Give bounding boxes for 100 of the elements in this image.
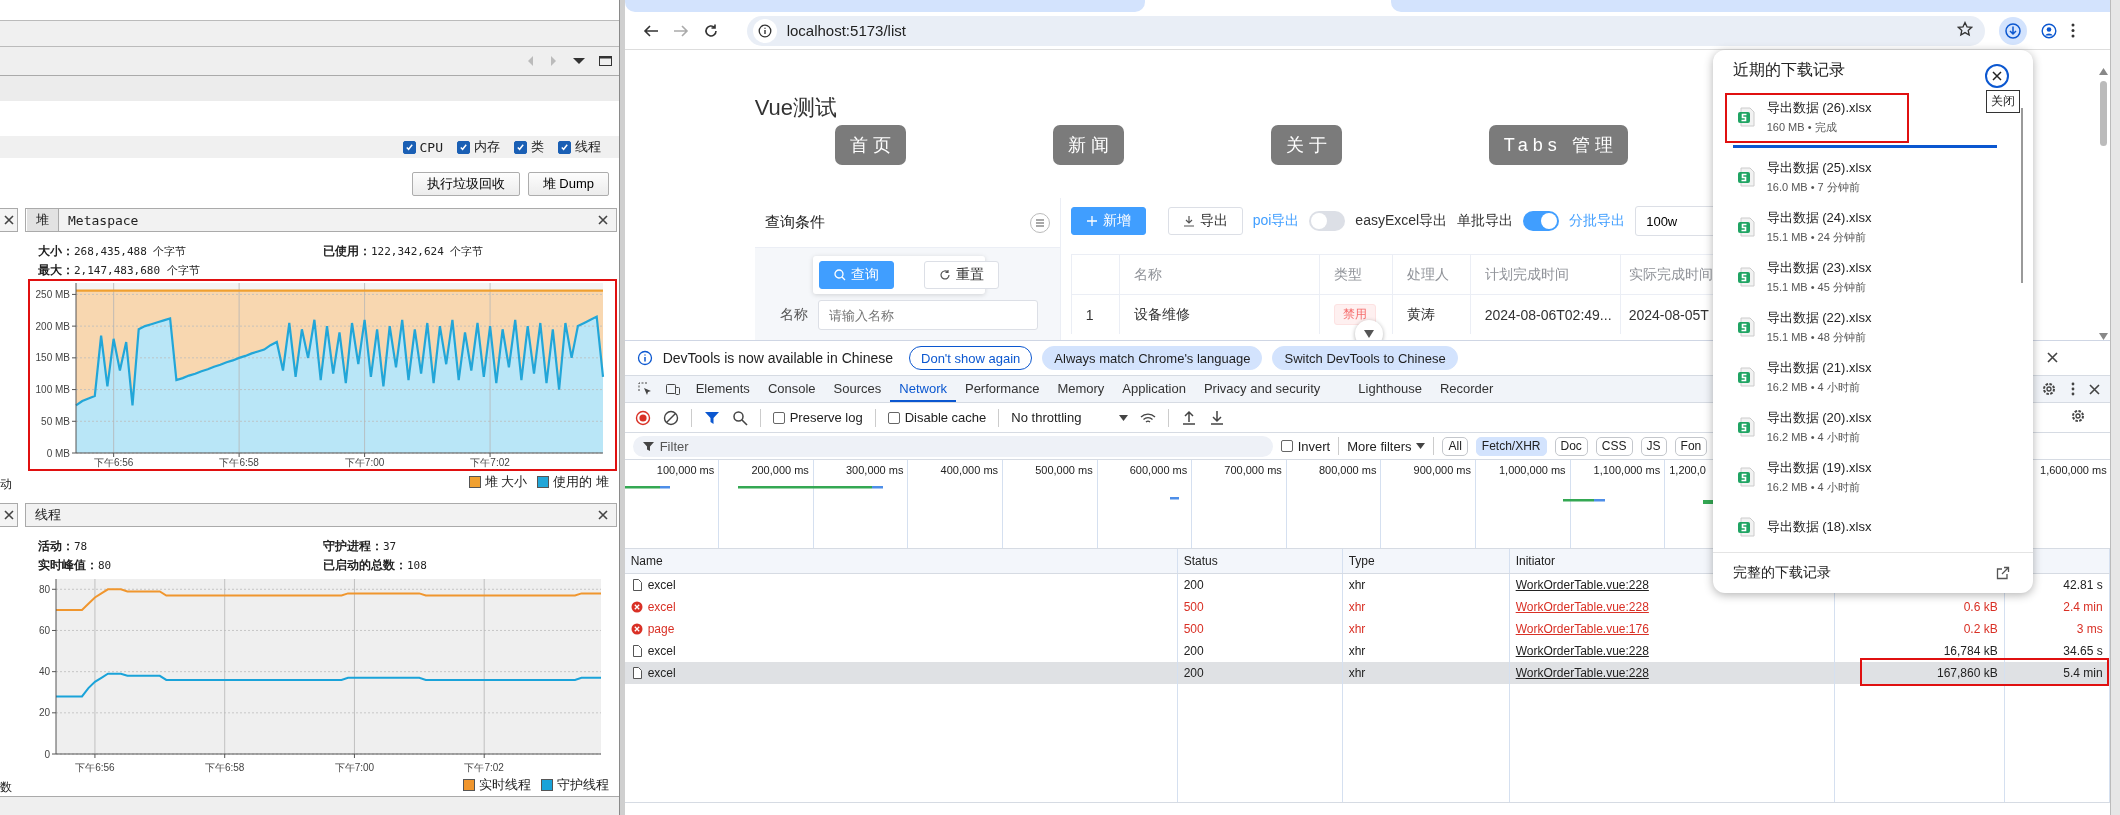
type-filter-chip[interactable]: JS xyxy=(1640,436,1667,456)
nav-button[interactable]: Tabs 管理 xyxy=(1488,125,1628,165)
devtools-tab[interactable]: Performance xyxy=(955,376,1049,402)
devtools-tab[interactable]: Lighthouse xyxy=(1349,376,1431,402)
devtools-tab[interactable]: Privacy and security xyxy=(1194,376,1330,402)
table-cell: 500 xyxy=(1177,618,1343,640)
type-filter-chip[interactable]: All xyxy=(1442,436,1468,456)
initiator-link[interactable]: WorkOrderTable.vue:228 xyxy=(1515,578,1649,592)
filter-field[interactable]: Filter xyxy=(632,435,1273,457)
axis-label: 下午6:56 xyxy=(93,457,134,468)
timeline-tick: 600,000 ms xyxy=(1129,464,1188,476)
banner-button[interactable]: Switch DevTools to Chinese xyxy=(1272,346,1458,370)
table-cell: 3 ms xyxy=(2004,618,2110,640)
type-filter-chip[interactable]: CSS xyxy=(1595,436,1633,456)
table-cell: 167,860 kB xyxy=(1834,662,2005,684)
graph-checkbox[interactable]: CPU xyxy=(402,139,443,155)
graph-checkbox[interactable]: 线程 xyxy=(558,138,601,156)
nav-button[interactable]: 新闻 xyxy=(1052,125,1124,165)
request-row[interactable]: excel 500 xhr WorkOrderTable.vue:228 0.6 kB 2.4 min xyxy=(624,596,2110,618)
column-header[interactable]: Type xyxy=(1342,549,1510,573)
download-item[interactable]: 导出数据 (26).xlsx 160 MB • 完成 xyxy=(1712,91,1963,144)
action-button[interactable]: 堆 Dump xyxy=(527,172,609,196)
column-header[interactable]: Name xyxy=(624,549,1178,573)
devtools-tab[interactable]: Memory xyxy=(1048,376,1114,402)
devtools-tab[interactable]: Network xyxy=(890,376,956,402)
column-header[interactable]: Status xyxy=(1177,549,1343,573)
devtools-tab[interactable]: Application xyxy=(1113,376,1195,402)
devtools-tab[interactable]: Recorder xyxy=(1430,376,1503,402)
nav-button[interactable]: 首页 xyxy=(834,125,906,165)
stat-text: 大小：268,435,488 个字节 xyxy=(38,243,188,260)
type-filter-chip[interactable]: Fon xyxy=(1674,436,1708,456)
file-info: 16.0 MB • 7 分钟前 xyxy=(1766,180,1861,196)
type-filter-chip[interactable]: Doc xyxy=(1554,436,1588,456)
download-item[interactable]: 导出数据 (21).xlsx 16.2 MB • 4 小时前 xyxy=(1712,352,1963,403)
initiator-link[interactable]: WorkOrderTable.vue:228 xyxy=(1515,600,1649,614)
initiator-link[interactable]: WorkOrderTable.vue:228 xyxy=(1515,666,1649,680)
axis-label: 下午7:02 xyxy=(470,457,510,468)
switch-label: 分批导出 xyxy=(1569,212,1626,230)
devtools-tab[interactable]: Sources xyxy=(824,376,891,402)
axis-label: 200 MB xyxy=(35,320,70,332)
option-checkbox[interactable]: Disable cache xyxy=(887,410,987,425)
devtools-tab[interactable]: Elements xyxy=(686,376,759,402)
request-row[interactable]: excel 200 xhr WorkOrderTable.vue:228 167,860 kB 5.4 min xyxy=(624,662,2110,684)
file-info: 16.2 MB • 4 小时前 xyxy=(1766,380,1861,396)
table-cell: 2.4 min xyxy=(2004,596,2110,618)
timeline-tick: 800,000 ms xyxy=(1318,464,1377,476)
axis-label: 80 xyxy=(38,583,50,595)
axis-label: 40 xyxy=(38,666,50,678)
more-filters-button[interactable]: More filters xyxy=(1347,438,1426,454)
switch-label: easyExcel导出 xyxy=(1355,212,1448,230)
table-cell: xhr xyxy=(1342,596,1510,618)
option-checkbox[interactable]: Preserve log xyxy=(772,410,863,425)
panel-tab[interactable]: 堆 xyxy=(26,209,59,231)
request-name: excel xyxy=(647,644,676,658)
banner-button[interactable]: Don't show again xyxy=(909,346,1033,370)
request-name: excel xyxy=(647,666,676,680)
legend-label: 堆 大小 xyxy=(484,473,528,491)
table-cell: 黄涛 xyxy=(1391,294,1470,334)
file-name: 导出数据 (26).xlsx xyxy=(1766,99,1872,118)
download-item[interactable]: 导出数据 (25).xlsx 16.0 MB • 7 分钟前 xyxy=(1712,152,1963,203)
legend-label: 实时线程 xyxy=(479,776,531,794)
action-button[interactable]: 执行垃圾回收 xyxy=(411,172,520,196)
type-filter-chip[interactable]: Fetch/XHR xyxy=(1475,436,1547,456)
column-header: 处理人 xyxy=(1391,254,1470,294)
stat-text: 最大：2,147,483,680 个字节 xyxy=(38,262,201,279)
invert-checkbox[interactable]: Invert xyxy=(1280,438,1331,454)
timeline-tick: 700,000 ms xyxy=(1224,464,1282,476)
axis-label: 250 MB xyxy=(35,288,70,300)
address-bar[interactable]: localhost:5173/list xyxy=(746,15,1985,46)
timeline-tick: 200,000 ms xyxy=(751,464,809,476)
graph-checkbox[interactable]: 类 xyxy=(514,138,544,156)
legend-label: 守护线程 xyxy=(557,776,609,794)
throttling-select[interactable]: No throttling xyxy=(1011,410,1129,425)
axis-label: 下午7:00 xyxy=(334,762,375,773)
banner-text: DevTools is now available in Chinese xyxy=(662,350,893,366)
timeline-tick: 400,000 ms xyxy=(940,464,999,476)
file-name: 导出数据 (20).xlsx xyxy=(1766,409,1872,428)
export-button[interactable]: 导出 xyxy=(1167,207,1243,235)
table-cell: 200 xyxy=(1177,662,1343,684)
panel-tab[interactable]: 线程 xyxy=(26,504,70,526)
download-item[interactable]: 导出数据 (19).xlsx 16.2 MB • 4 小时前 xyxy=(1712,452,1963,503)
graph-checkbox[interactable]: 内存 xyxy=(457,138,500,156)
timeline-tick: 1,600,000 ms xyxy=(2040,464,2107,476)
nav-button[interactable]: 关于 xyxy=(1270,125,1342,165)
reset-button[interactable]: 重置 xyxy=(923,261,999,289)
initiator-link[interactable]: WorkOrderTable.vue:176 xyxy=(1515,622,1649,636)
download-item[interactable]: 导出数据 (20).xlsx 16.2 MB • 4 小时前 xyxy=(1712,402,1963,453)
axis-label: 50 MB xyxy=(41,415,70,427)
name-field[interactable]: 请输入名称 xyxy=(817,300,1038,330)
axis-label: 下午6:58 xyxy=(204,762,245,773)
devtools-tab[interactable]: Console xyxy=(758,376,825,402)
panel-tab[interactable]: Metaspace xyxy=(59,209,148,231)
popup-title: 近期的下载记录 xyxy=(1732,60,1845,81)
banner-button[interactable]: Always match Chrome's language xyxy=(1042,346,1263,370)
axis-label: 下午7:00 xyxy=(344,457,385,468)
request-row[interactable]: page 500 xhr WorkOrderTable.vue:176 0.2 kB 3 ms xyxy=(624,618,2110,640)
axis-label: 下午7:02 xyxy=(464,762,504,773)
axis-label: 100 MB xyxy=(35,384,70,396)
column-header: 计划完成时间 xyxy=(1469,254,1620,294)
initiator-link[interactable]: WorkOrderTable.vue:228 xyxy=(1515,644,1649,658)
